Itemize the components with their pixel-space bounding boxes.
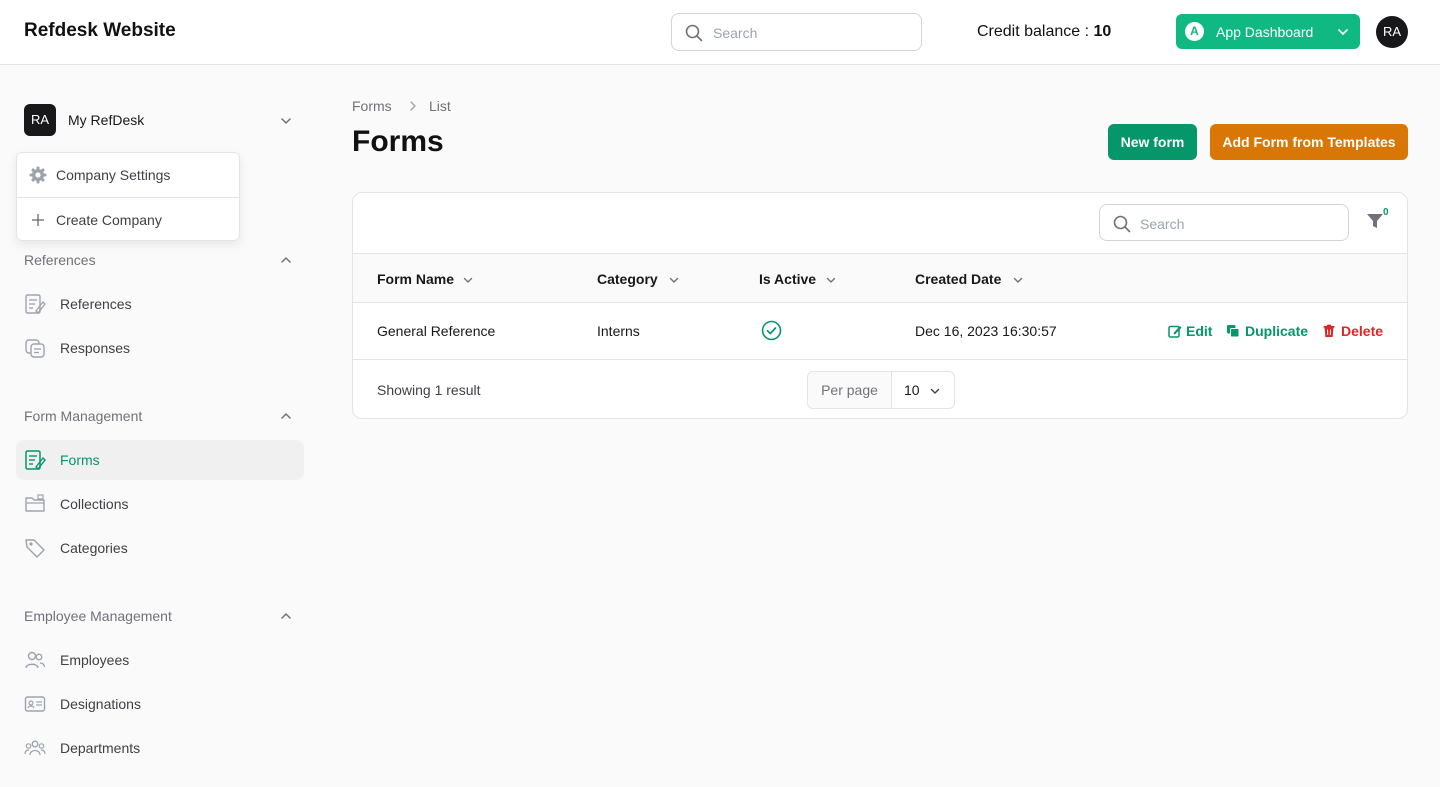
group-form-management[interactable]: Form Management xyxy=(24,406,300,426)
delete-label: Delete xyxy=(1341,323,1384,339)
filter-icon[interactable] xyxy=(1366,212,1384,230)
cell-category: Interns xyxy=(597,323,640,339)
table-row[interactable]: General Reference Interns Dec 16, 2023 1… xyxy=(353,303,1407,360)
per-page-value: 10 xyxy=(904,382,920,398)
column-label: Category xyxy=(597,271,658,287)
sidebar-item-responses[interactable]: Responses xyxy=(16,328,304,368)
breadcrumb-forms[interactable]: Forms xyxy=(352,98,392,114)
company-menu: Company Settings Create Company xyxy=(16,152,240,241)
tag-icon xyxy=(25,539,45,558)
search-placeholder: Search xyxy=(1140,216,1185,232)
sidebar-item-categories[interactable]: Categories xyxy=(16,528,304,568)
company-switcher[interactable]: RA My RefDesk xyxy=(24,104,300,136)
group-references[interactable]: References xyxy=(24,250,300,270)
chevron-down-icon xyxy=(463,277,473,283)
column-is-active[interactable]: Is Active xyxy=(759,271,836,287)
folder-icon xyxy=(25,494,45,512)
sidebar-item-label: Collections xyxy=(60,496,129,512)
forms-table-card: Search 0 Form Name Category Is Active Cr… xyxy=(352,192,1408,419)
add-form-from-templates-button[interactable]: Add Form from Templates xyxy=(1210,124,1408,160)
credit-label: Credit balance : xyxy=(977,23,1094,40)
user-group-icon xyxy=(24,740,46,756)
sidebar-item-label: Responses xyxy=(60,340,131,356)
sidebar-item-designations[interactable]: Designations xyxy=(16,684,304,724)
duplicate-label: Duplicate xyxy=(1245,323,1309,339)
chevron-down-icon xyxy=(669,277,679,283)
create-company-item[interactable]: Create Company xyxy=(17,198,239,242)
column-category[interactable]: Category xyxy=(597,271,679,287)
table-search-input[interactable]: Search xyxy=(1099,204,1349,241)
chevron-up-icon xyxy=(281,613,291,619)
chevron-up-icon xyxy=(281,257,291,263)
group-title: References xyxy=(24,252,96,268)
sidebar-item-employees[interactable]: Employees xyxy=(16,640,304,680)
app-dashboard-label: App Dashboard xyxy=(1216,24,1314,40)
trash-icon xyxy=(1323,324,1335,337)
credit-balance: Credit balance : 10 xyxy=(977,23,1111,41)
search-icon xyxy=(685,24,703,42)
sidebar-item-label: Departments xyxy=(60,740,141,756)
per-page-label: Per page xyxy=(808,372,892,408)
company-settings-item[interactable]: Company Settings xyxy=(17,153,239,197)
cell-created-date: Dec 16, 2023 16:30:57 xyxy=(915,323,1057,339)
sidebar-item-forms[interactable]: Forms xyxy=(16,440,304,480)
credit-value: 10 xyxy=(1093,23,1112,40)
sidebar-item-references[interactable]: References xyxy=(16,284,304,324)
column-label: Created Date xyxy=(915,271,1002,287)
top-bar: Refdesk Website Search Credit balance : … xyxy=(0,0,1440,65)
group-employee-management[interactable]: Employee Management xyxy=(24,606,300,626)
sidebar-item-label: Designations xyxy=(60,696,141,712)
search-placeholder: Search xyxy=(713,25,758,41)
group-title: Form Management xyxy=(24,408,143,424)
cell-form-name: General Reference xyxy=(377,323,496,339)
company-settings-label: Company Settings xyxy=(56,167,171,183)
app-dashboard-button[interactable]: A App Dashboard xyxy=(1176,14,1360,49)
id-card-icon xyxy=(24,696,46,712)
plus-icon xyxy=(32,214,44,226)
column-created-date[interactable]: Created Date xyxy=(915,271,1023,287)
users-icon xyxy=(25,651,46,669)
responses-icon xyxy=(25,339,45,358)
column-label: Is Active xyxy=(759,271,817,287)
chevron-down-icon xyxy=(826,277,836,283)
per-page-select[interactable]: Per page 10 xyxy=(807,371,955,409)
sidebar-item-label: Employees xyxy=(60,652,130,668)
chevron-down-icon xyxy=(1338,29,1348,35)
sidebar-item-label: References xyxy=(60,296,132,312)
new-form-button[interactable]: New form xyxy=(1108,124,1197,160)
global-search-input[interactable]: Search xyxy=(671,13,922,51)
breadcrumb-list: List xyxy=(429,98,451,114)
group-title: Employee Management xyxy=(24,608,172,624)
company-name: My RefDesk xyxy=(68,112,145,128)
chevron-down-icon xyxy=(1013,277,1023,283)
result-count: Showing 1 result xyxy=(377,382,481,398)
edit-icon xyxy=(1168,325,1182,338)
sidebar-item-label: Forms xyxy=(60,452,100,468)
check-circle-icon xyxy=(761,320,782,341)
create-company-label: Create Company xyxy=(56,212,162,228)
chevron-down-icon xyxy=(281,118,291,124)
sidebar-item-collections[interactable]: Collections xyxy=(16,484,304,524)
company-avatar: RA xyxy=(24,104,56,136)
document-pen-icon xyxy=(25,294,46,314)
duplicate-icon xyxy=(1227,325,1240,338)
sidebar-item-label: Categories xyxy=(60,540,128,556)
gear-icon xyxy=(29,166,47,184)
search-icon xyxy=(1113,215,1131,233)
app-title[interactable]: Refdesk Website xyxy=(24,20,176,42)
app-badge: A xyxy=(1185,22,1204,41)
chevron-up-icon xyxy=(281,413,291,419)
filter-count-badge: 0 xyxy=(1383,207,1389,218)
table-header: Form Name Category Is Active Created Dat… xyxy=(353,253,1407,303)
edit-label: Edit xyxy=(1186,323,1213,339)
chevron-right-icon xyxy=(410,101,416,111)
page-title: Forms xyxy=(352,125,444,158)
column-form-name[interactable]: Form Name xyxy=(377,271,473,287)
sidebar-item-departments[interactable]: Departments xyxy=(16,728,304,768)
document-pen-icon xyxy=(25,450,46,471)
user-avatar[interactable]: RA xyxy=(1376,16,1408,48)
column-label: Form Name xyxy=(377,271,455,287)
chevron-down-icon xyxy=(930,388,940,394)
